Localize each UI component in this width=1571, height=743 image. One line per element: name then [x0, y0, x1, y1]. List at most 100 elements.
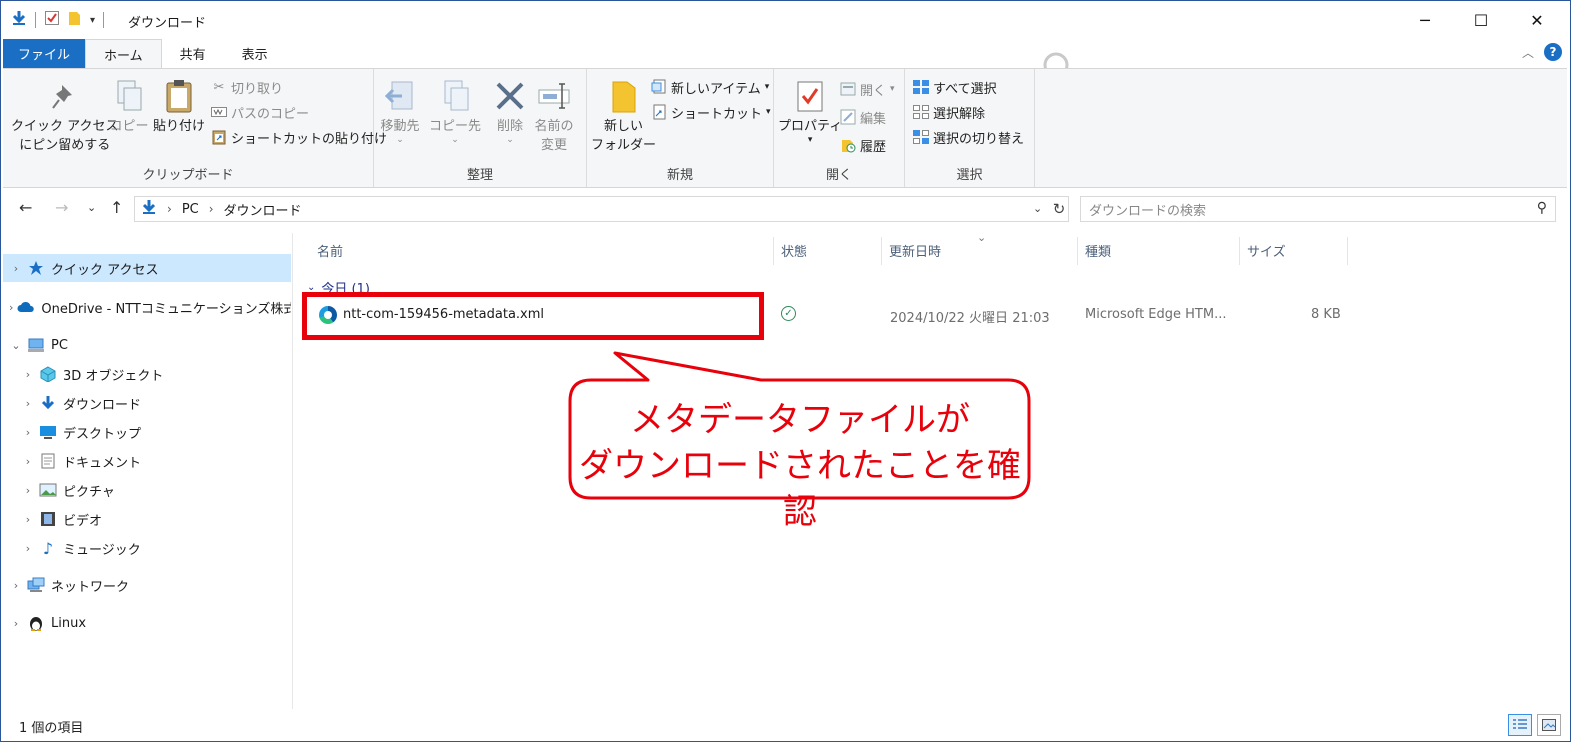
- new-folder-qat-icon[interactable]: [68, 10, 82, 30]
- paste-icon: [159, 75, 199, 117]
- expand-chevron-icon[interactable]: ›: [9, 579, 23, 592]
- search-box[interactable]: ダウンロードの検索 ⚲: [1080, 196, 1556, 222]
- up-button[interactable]: ↑: [110, 198, 123, 217]
- column-divider[interactable]: [773, 237, 774, 265]
- select-none-button[interactable]: 選択解除: [913, 101, 985, 123]
- nav-item-downloads[interactable]: › ダウンロード: [3, 389, 291, 417]
- customize-qat-icon[interactable]: ▾: [90, 15, 95, 26]
- large-icons-view-button[interactable]: [1537, 714, 1561, 736]
- tab-home[interactable]: ホーム: [85, 39, 162, 68]
- column-divider[interactable]: [1347, 237, 1348, 265]
- breadcrumb-downloads[interactable]: ダウンロード: [224, 200, 302, 219]
- properties-qat-icon[interactable]: [44, 10, 60, 30]
- new-item-dropdown-icon: ▾: [764, 82, 770, 92]
- nav-item-network[interactable]: › ネットワーク: [3, 571, 291, 599]
- select-all-label: すべて選択: [933, 81, 997, 97]
- nav-item-documents[interactable]: › ドキュメント: [3, 447, 291, 475]
- minimize-button[interactable]: ─: [1397, 1, 1453, 39]
- expand-chevron-icon[interactable]: ›: [9, 617, 23, 630]
- nav-item-linux[interactable]: › Linux: [3, 609, 291, 637]
- back-button[interactable]: ←: [19, 198, 32, 217]
- breadcrumb-chevron-icon[interactable]: ›: [167, 202, 172, 216]
- refresh-button[interactable]: ↻: [1048, 197, 1070, 221]
- breadcrumb-chevron-icon[interactable]: ›: [209, 202, 214, 216]
- copy-label: コピー: [109, 119, 149, 134]
- delete-label: 削除: [496, 119, 523, 134]
- maximize-button[interactable]: ☐: [1453, 1, 1509, 39]
- nav-item-quick-access[interactable]: › クイック アクセス: [3, 254, 291, 282]
- expand-chevron-icon[interactable]: ›: [21, 397, 35, 410]
- easy-access-shortcut-button[interactable]: ショートカット ▾: [651, 101, 771, 123]
- paste-shortcut-button[interactable]: ショートカットの貼り付け: [211, 126, 387, 148]
- nav-item-pc[interactable]: ⌄ PC: [3, 331, 291, 359]
- copy-path-button[interactable]: パスのコピー: [211, 101, 309, 123]
- select-all-button[interactable]: すべて選択: [913, 76, 997, 98]
- edit-icon: [840, 109, 856, 125]
- expand-chevron-icon[interactable]: ›: [21, 484, 35, 497]
- rename-button[interactable]: 名前の 変更: [534, 75, 574, 155]
- tab-file[interactable]: ファイル: [3, 39, 86, 68]
- address-history-dropdown[interactable]: ⌄: [1033, 202, 1042, 215]
- expand-chevron-icon[interactable]: ›: [21, 513, 35, 526]
- nav-item-desktop[interactable]: › デスクトップ: [3, 418, 291, 446]
- move-to-icon: [380, 75, 420, 117]
- expand-chevron-icon[interactable]: ›: [9, 301, 13, 314]
- group-label-organize: 整理: [466, 168, 493, 183]
- address-row: ← → ⌄ ↑ › PC › ダウンロード ⌄ ↻ ダウンロードの検索 ⚲: [3, 192, 1567, 226]
- nav-item-music[interactable]: › ♪ ミュージック: [3, 534, 291, 562]
- help-icon[interactable]: ?: [1544, 43, 1562, 61]
- cut-button[interactable]: ✂ 切り取り: [211, 76, 283, 98]
- expand-chevron-icon[interactable]: ›: [21, 455, 35, 468]
- expand-ribbon-icon[interactable]: ︿: [1522, 44, 1534, 61]
- linux-icon: [27, 614, 45, 632]
- details-view-button[interactable]: [1508, 714, 1532, 736]
- expand-chevron-icon[interactable]: ›: [21, 368, 35, 381]
- column-divider[interactable]: [881, 237, 882, 265]
- expand-chevron-icon[interactable]: ›: [21, 542, 35, 555]
- copy-button[interactable]: コピー: [109, 75, 149, 136]
- column-header-status[interactable]: 状態: [781, 241, 807, 260]
- pin-to-quick-access-button[interactable]: クイック アクセス にピン留めする: [11, 75, 118, 155]
- expand-chevron-icon[interactable]: ›: [9, 262, 23, 275]
- collapse-chevron-icon[interactable]: ⌄: [9, 339, 23, 352]
- properties-button[interactable]: プロパティ ▾: [778, 75, 843, 145]
- edit-button[interactable]: 編集: [840, 106, 886, 128]
- search-icon[interactable]: ⚲: [1537, 200, 1547, 216]
- column-divider[interactable]: [1077, 237, 1078, 265]
- copy-to-button[interactable]: コピー先 ⌄: [429, 75, 481, 145]
- file-size: 8 KB: [1311, 307, 1341, 322]
- nav-item-3d-objects[interactable]: › 3D オブジェクト: [3, 360, 291, 388]
- recent-locations-dropdown[interactable]: ⌄: [87, 201, 96, 214]
- title-bar: ▾ ダウンロード ─ ☐ ✕: [1, 1, 1570, 39]
- tab-share[interactable]: 共有: [162, 39, 224, 68]
- forward-button[interactable]: →: [55, 198, 68, 217]
- annotation-text: メタデータファイルが ダウンロードされたことを確認: [571, 397, 1029, 535]
- invert-selection-button[interactable]: 選択の切り替え: [913, 126, 1024, 148]
- properties-label: プロパティ: [778, 119, 843, 134]
- video-icon: [39, 510, 57, 528]
- column-header-size[interactable]: サイズ: [1247, 241, 1286, 260]
- column-header-name[interactable]: 名前: [317, 241, 343, 260]
- move-to-button[interactable]: 移動先 ⌄: [380, 75, 420, 145]
- column-header-modified[interactable]: 更新日時: [889, 241, 941, 260]
- separator: [35, 12, 36, 28]
- new-item-button[interactable]: 新しいアイテム ▾: [651, 76, 769, 98]
- tab-view[interactable]: 表示: [224, 39, 286, 68]
- history-button[interactable]: 履歴: [840, 134, 886, 156]
- nav-item-videos[interactable]: › ビデオ: [3, 505, 291, 533]
- rename-label-line2: 変更: [540, 138, 567, 153]
- address-bar[interactable]: › PC › ダウンロード: [134, 196, 1069, 222]
- column-divider[interactable]: [1239, 237, 1240, 265]
- new-folder-button[interactable]: 新しい フォルダー: [591, 75, 656, 155]
- expand-chevron-icon[interactable]: ›: [21, 426, 35, 439]
- new-group: 新しい フォルダー 新しいアイテム ▾ ショートカット ▾ 新規: [587, 69, 774, 187]
- group-label-open: 開く: [825, 168, 852, 183]
- paste-button[interactable]: 貼り付け: [153, 75, 205, 136]
- close-button[interactable]: ✕: [1509, 1, 1565, 39]
- column-header-type[interactable]: 種類: [1085, 241, 1111, 260]
- delete-button[interactable]: 削除 ⌄: [490, 75, 530, 145]
- nav-item-pictures[interactable]: › ピクチャ: [3, 476, 291, 504]
- open-button[interactable]: 開く ▾: [840, 78, 895, 100]
- nav-item-onedrive[interactable]: › OneDrive - NTTコミュニケーションズ株式会社: [3, 293, 291, 321]
- breadcrumb-pc[interactable]: PC: [182, 202, 199, 217]
